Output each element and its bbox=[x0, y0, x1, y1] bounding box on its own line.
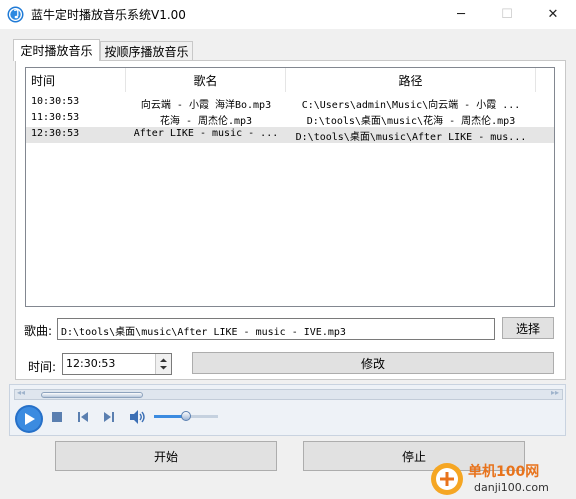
table-row[interactable]: 10:30:53 向云端 - 小霞 海洋Bo.mp3 C:\Users\admi… bbox=[26, 95, 554, 111]
modify-button[interactable]: 修改 bbox=[192, 352, 554, 374]
list-header: 时间 歌名 路径 bbox=[26, 68, 554, 92]
window-title: 蓝牛定时播放音乐系统V1.00 bbox=[31, 8, 186, 22]
column-header-time[interactable]: 时间 bbox=[26, 68, 126, 92]
maximize-button: ☐ bbox=[484, 0, 530, 29]
schedule-list[interactable]: 时间 歌名 路径 10:30:53 向云端 - 小霞 海洋Bo.mp3 C:\U… bbox=[25, 67, 555, 307]
maximize-icon: ☐ bbox=[501, 7, 513, 22]
row-path: D:\tools\桌面\music\After LIKE - mus... bbox=[295, 132, 527, 143]
watermark-site-url: danji100.com bbox=[474, 481, 549, 494]
seek-thumb[interactable] bbox=[41, 392, 143, 398]
row-path: D:\tools\桌面\music\花海 - 周杰伦.mp3 bbox=[306, 116, 516, 127]
time-label: 时间: bbox=[28, 360, 57, 374]
row-time: 11:30:53 bbox=[31, 112, 80, 123]
tab-label: 定时播放音乐 bbox=[20, 44, 93, 58]
minimize-button[interactable]: ─ bbox=[438, 0, 484, 29]
tab-label: 按顺序播放音乐 bbox=[104, 45, 189, 59]
column-header-song[interactable]: 歌名 bbox=[126, 68, 286, 92]
row-song: After LIKE - music - ... bbox=[133, 128, 279, 139]
play-button[interactable] bbox=[14, 404, 44, 434]
song-path-input[interactable]: D:\tools\桌面\music\After LIKE - music - I… bbox=[57, 318, 495, 340]
song-label: 歌曲: bbox=[24, 324, 53, 338]
browse-button[interactable]: 选择 bbox=[502, 317, 554, 339]
row-song: 向云端 - 小霞 海洋Bo.mp3 bbox=[140, 100, 272, 111]
row-time: 10:30:53 bbox=[31, 96, 80, 107]
watermark-site-name: 单机100网 bbox=[468, 464, 540, 480]
volume-thumb[interactable] bbox=[181, 411, 191, 421]
seek-bar[interactable]: ◂◂ ▸▸ bbox=[14, 388, 563, 400]
watermark: 单机100网 danji100.com bbox=[430, 460, 576, 499]
spinner-arrows-icon bbox=[160, 358, 167, 370]
close-button[interactable]: ✕ bbox=[530, 0, 576, 29]
close-icon: ✕ bbox=[547, 7, 559, 22]
row-path: C:\Users\admin\Music\向云端 - 小霞 ... bbox=[301, 100, 521, 111]
table-row[interactable]: 11:30:53 花海 - 周杰伦.mp3 D:\tools\桌面\music\… bbox=[26, 111, 554, 127]
volume-slider[interactable] bbox=[154, 411, 218, 421]
tab-panel: 时间 歌名 路径 10:30:53 向云端 - 小霞 海洋Bo.mp3 C:\U… bbox=[15, 60, 566, 380]
start-button[interactable]: 开始 bbox=[55, 441, 277, 471]
seek-forward-icon: ▸▸ bbox=[550, 388, 559, 397]
table-row-selected[interactable]: 12:30:53 After LIKE - music - ... D:\too… bbox=[26, 127, 554, 143]
column-header-path[interactable]: 路径 bbox=[286, 68, 536, 92]
stop-icon[interactable] bbox=[50, 410, 64, 424]
watermark-logo-icon bbox=[431, 463, 463, 495]
row-time: 12:30:53 bbox=[31, 128, 80, 139]
music-note-app-icon bbox=[7, 6, 24, 23]
previous-icon[interactable] bbox=[76, 410, 90, 424]
tab-scheduled-play[interactable]: 定时播放音乐 bbox=[13, 39, 100, 61]
row-song: 花海 - 周杰伦.mp3 bbox=[159, 116, 253, 127]
volume-icon[interactable] bbox=[128, 409, 146, 425]
title-bar: 蓝牛定时播放音乐系统V1.00 ─ ☐ ✕ bbox=[0, 0, 576, 29]
tab-sequential-play[interactable]: 按顺序播放音乐 bbox=[100, 41, 193, 61]
media-player: ◂◂ ▸▸ bbox=[9, 384, 566, 436]
seek-back-icon: ◂◂ bbox=[17, 388, 26, 397]
time-spinner[interactable] bbox=[155, 354, 171, 374]
next-icon[interactable] bbox=[102, 410, 116, 424]
minimize-icon: ─ bbox=[457, 7, 465, 22]
